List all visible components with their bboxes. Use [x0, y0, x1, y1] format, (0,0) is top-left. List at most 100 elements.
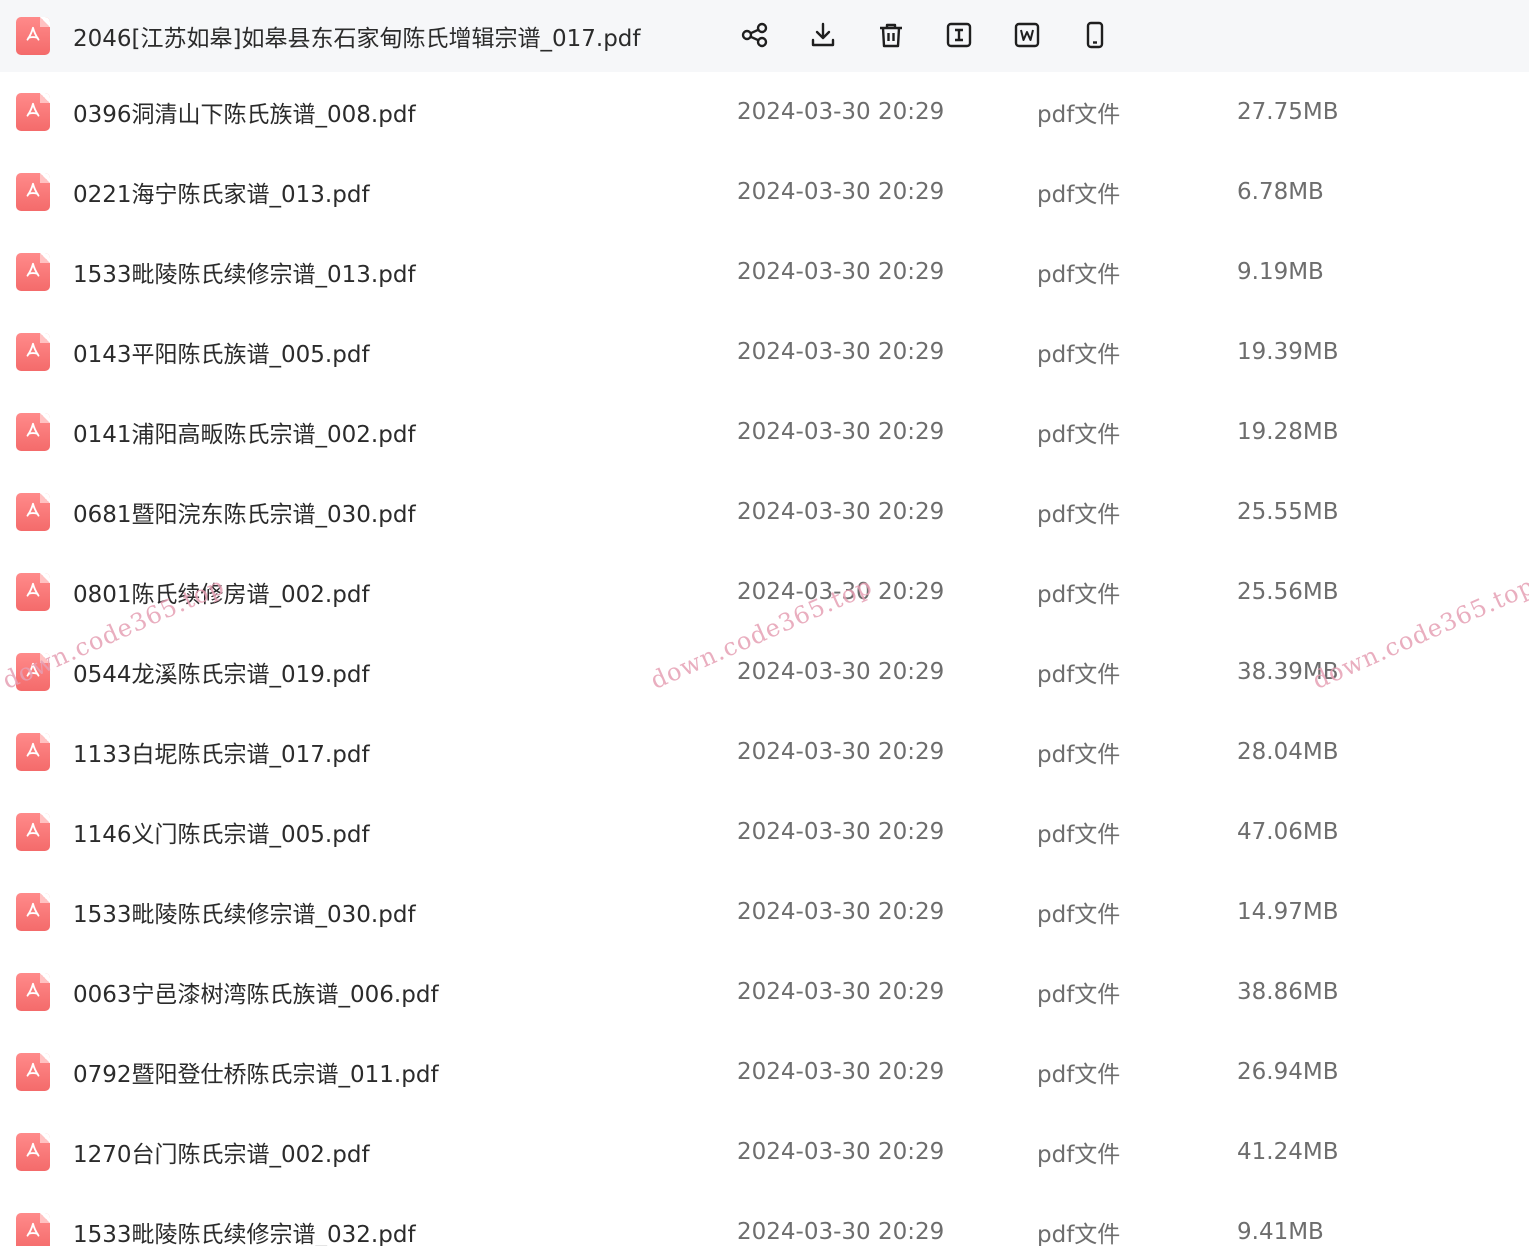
rename-button[interactable]: [940, 16, 978, 54]
file-name[interactable]: 1146义门陈氏宗谱_005.pdf: [73, 815, 370, 849]
file-type: pdf文件: [1037, 902, 1121, 928]
file-row[interactable]: 0063宁邑漆树湾陈氏族谱_006.pdf 2024-03-30 20:29 pdf…: [0, 952, 1529, 1032]
file-row[interactable]: 1533毗陵陈氏续修宗谱_013.pdf 2024-03-30 20:29 pdf文…: [0, 232, 1529, 312]
file-date: 2024-03-30 20:29: [737, 339, 945, 365]
file-row[interactable]: 0221海宁陈氏家谱_013.pdf 2024-03-30 20:29 pdf文件 6…: [0, 152, 1529, 232]
file-date: 2024-03-30 20:29: [737, 259, 945, 285]
word-doc-icon: [1014, 22, 1040, 48]
file-type: pdf文件: [1037, 822, 1121, 848]
file-type: pdf文件: [1037, 662, 1121, 688]
file-name[interactable]: 0396洞清山下陈氏族谱_008.pdf: [73, 95, 416, 129]
file-row[interactable]: 0801陈氏续修房谱_002.pdf 2024-03-30 20:29 pdf文件 2…: [0, 552, 1529, 632]
pdf-file-icon: [16, 93, 50, 131]
file-date: 2024-03-30 20:29: [737, 99, 945, 125]
file-list: 2046[江苏如皋]如皋县东石家甸陈氏增辑宗谱_017.pdf 0396洞清山下…: [0, 0, 1529, 1246]
file-size: 19.39MB: [1237, 339, 1339, 365]
file-row[interactable]: 0792暨阳登仕桥陈氏宗谱_011.pdf 2024-03-30 20:29 pdf…: [0, 1032, 1529, 1112]
file-date: 2024-03-30 20:29: [737, 1219, 945, 1245]
file-name[interactable]: 0141浦阳高畈陈氏宗谱_002.pdf: [73, 415, 416, 449]
pdf-file-icon: [16, 173, 50, 211]
file-name[interactable]: 0063宁邑漆树湾陈氏族谱_006.pdf: [73, 975, 439, 1009]
file-size: 41.24MB: [1237, 1139, 1339, 1165]
file-name[interactable]: 0143平阳陈氏族谱_005.pdf: [73, 335, 370, 369]
file-name[interactable]: 0792暨阳登仕桥陈氏宗谱_011.pdf: [73, 1055, 439, 1089]
file-date: 2024-03-30 20:29: [737, 1139, 945, 1165]
file-type: pdf文件: [1037, 1142, 1121, 1168]
pdf-file-icon: [16, 413, 50, 451]
file-date: 2024-03-30 20:29: [737, 499, 945, 525]
file-size: 14.97MB: [1237, 899, 1339, 925]
file-date: 2024-03-30 20:29: [737, 179, 945, 205]
pdf-file-icon: [16, 1213, 50, 1246]
file-name[interactable]: 0801陈氏续修房谱_002.pdf: [73, 575, 370, 609]
file-date: 2024-03-30 20:29: [737, 659, 945, 685]
pdf-file-icon: [16, 253, 50, 291]
pdf-file-icon: [16, 493, 50, 531]
file-row[interactable]: 1533毗陵陈氏续修宗谱_030.pdf 2024-03-30 20:29 pdf文…: [0, 872, 1529, 952]
file-name[interactable]: 1270台门陈氏宗谱_002.pdf: [73, 1135, 370, 1169]
file-type: pdf文件: [1037, 502, 1121, 528]
delete-button[interactable]: [872, 16, 910, 54]
file-date: 2024-03-30 20:29: [737, 419, 945, 445]
file-type: pdf文件: [1037, 342, 1121, 368]
file-type: pdf文件: [1037, 182, 1121, 208]
file-size: 38.86MB: [1237, 979, 1339, 1005]
file-row[interactable]: 1146义门陈氏宗谱_005.pdf 2024-03-30 20:29 pdf文件 4…: [0, 792, 1529, 872]
mobile-button[interactable]: [1076, 16, 1114, 54]
file-size: 47.06MB: [1237, 819, 1339, 845]
pdf-file-icon: [16, 573, 50, 611]
file-name[interactable]: 2046[江苏如皋]如皋县东石家甸陈氏增辑宗谱_017.pdf: [73, 19, 641, 53]
share-button[interactable]: [736, 16, 774, 54]
pdf-file-icon: [16, 973, 50, 1011]
file-date: 2024-03-30 20:29: [737, 579, 945, 605]
file-name[interactable]: 0544龙溪陈氏宗谱_019.pdf: [73, 655, 370, 689]
file-date: 2024-03-30 20:29: [737, 819, 945, 845]
pdf-file-icon: [16, 1133, 50, 1171]
file-name[interactable]: 1533毗陵陈氏续修宗谱_030.pdf: [73, 895, 416, 929]
file-row-selected[interactable]: 2046[江苏如皋]如皋县东石家甸陈氏增辑宗谱_017.pdf: [0, 0, 1529, 72]
file-row[interactable]: 1270台门陈氏宗谱_002.pdf 2024-03-30 20:29 pdf文件 4…: [0, 1112, 1529, 1192]
file-size: 25.56MB: [1237, 579, 1339, 605]
pdf-file-icon: [16, 893, 50, 931]
file-date: 2024-03-30 20:29: [737, 1059, 945, 1085]
file-date: 2024-03-30 20:29: [737, 739, 945, 765]
file-size: 19.28MB: [1237, 419, 1339, 445]
download-button[interactable]: [804, 16, 842, 54]
download-icon: [811, 22, 835, 47]
phone-icon: [1086, 21, 1104, 49]
file-type: pdf文件: [1037, 102, 1121, 128]
trash-icon: [880, 23, 902, 48]
file-size: 28.04MB: [1237, 739, 1339, 765]
file-size: 6.78MB: [1237, 179, 1324, 205]
file-type: pdf文件: [1037, 422, 1121, 448]
pdf-file-icon: [16, 17, 50, 55]
pdf-file-icon: [16, 813, 50, 851]
file-size: 38.39MB: [1237, 659, 1339, 685]
file-type: pdf文件: [1037, 742, 1121, 768]
pdf-file-icon: [16, 653, 50, 691]
file-row[interactable]: 0681暨阳浣东陈氏宗谱_030.pdf 2024-03-30 20:29 pdf文…: [0, 472, 1529, 552]
file-size: 26.94MB: [1237, 1059, 1339, 1085]
file-size: 9.41MB: [1237, 1219, 1324, 1245]
file-row[interactable]: 0544龙溪陈氏宗谱_019.pdf 2024-03-30 20:29 pdf文件 3…: [0, 632, 1529, 712]
file-name[interactable]: 1133白坭陈氏宗谱_017.pdf: [73, 735, 370, 769]
pdf-file-icon: [16, 733, 50, 771]
file-type: pdf文件: [1037, 262, 1121, 288]
file-row[interactable]: 0141浦阳高畈陈氏宗谱_002.pdf 2024-03-30 20:29 pdf文…: [0, 392, 1529, 472]
share-icon: [741, 22, 768, 48]
file-row[interactable]: 1133白坭陈氏宗谱_017.pdf 2024-03-30 20:29 pdf文件 2…: [0, 712, 1529, 792]
file-name[interactable]: 1533毗陵陈氏续修宗谱_013.pdf: [73, 255, 416, 289]
file-type: pdf文件: [1037, 582, 1121, 608]
file-size: 27.75MB: [1237, 99, 1339, 125]
file-name[interactable]: 0681暨阳浣东陈氏宗谱_030.pdf: [73, 495, 416, 529]
file-size: 9.19MB: [1237, 259, 1324, 285]
file-name[interactable]: 1533毗陵陈氏续修宗谱_032.pdf: [73, 1215, 416, 1246]
file-row[interactable]: 0143平阳陈氏族谱_005.pdf 2024-03-30 20:29 pdf文件 1…: [0, 312, 1529, 392]
file-date: 2024-03-30 20:29: [737, 899, 945, 925]
file-row[interactable]: 1533毗陵陈氏续修宗谱_032.pdf 2024-03-30 20:29 pdf文…: [0, 1192, 1529, 1246]
file-name[interactable]: 0221海宁陈氏家谱_013.pdf: [73, 175, 370, 209]
text-cursor-icon: [946, 22, 972, 48]
convert-word-button[interactable]: [1008, 16, 1046, 54]
file-row[interactable]: 0396洞清山下陈氏族谱_008.pdf 2024-03-30 20:29 pdf文…: [0, 72, 1529, 152]
pdf-file-icon: [16, 333, 50, 371]
